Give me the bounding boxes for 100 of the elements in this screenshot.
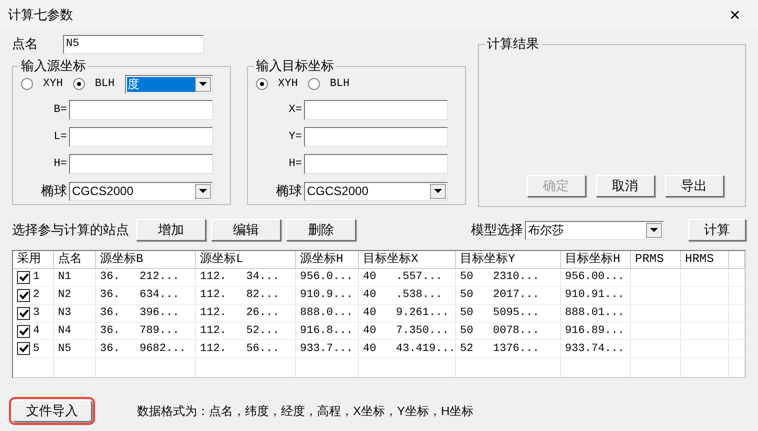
column-header[interactable]: 源坐标B (96, 251, 196, 268)
button[interactable]: 文件导入 (12, 400, 92, 422)
radio-button[interactable] (72, 78, 85, 90)
unit-select[interactable]: 度 (124, 74, 213, 94)
table-cell: 112. 82... (196, 286, 296, 304)
model-select[interactable]: 布尔莎 (525, 220, 664, 240)
column-header[interactable]: HRMS (681, 251, 729, 268)
field-label: X= (288, 102, 303, 118)
checkbox[interactable] (17, 270, 30, 284)
table-cell: N4 (54, 322, 96, 340)
column-header[interactable]: PRMS (631, 251, 681, 268)
input-field[interactable] (304, 154, 448, 174)
combo-value: CGCS2000 (306, 184, 370, 198)
radio-label: XYH (43, 76, 63, 92)
field-label: H= (288, 156, 303, 172)
button[interactable]: 导出 (664, 175, 724, 197)
column-header[interactable]: 目标坐标H (561, 251, 631, 268)
radio-button[interactable] (21, 78, 33, 90)
table-cell: 933.74... (561, 340, 631, 358)
group-title: 计算结果 (485, 36, 541, 52)
button[interactable]: 删除 (286, 219, 356, 241)
field-label: L= (52, 130, 68, 145)
radio-label: BLH (94, 76, 115, 92)
column-header[interactable]: 源坐标H (296, 251, 359, 268)
table-cell: 40 7.350... (359, 322, 456, 340)
table-cell: 40 .557... (359, 269, 456, 286)
checkbox[interactable] (17, 306, 30, 320)
group-title: 输入目标坐标 (254, 58, 336, 74)
column-header[interactable]: 目标坐标Y (456, 251, 561, 268)
table-cell-text: 1 (33, 270, 40, 286)
button[interactable]: 取消 (596, 175, 654, 197)
column-header[interactable]: 采用 (13, 251, 54, 268)
radio-option[interactable]: BLH (72, 76, 115, 92)
table-cell: 52 1376... (456, 340, 561, 358)
column-header[interactable]: 点名 (54, 251, 96, 268)
combo-value: 布尔莎 (527, 222, 565, 238)
table-cell: N5 (54, 340, 96, 358)
table-cell: 956.00... (561, 269, 631, 286)
table-cell: 36. 634... (96, 286, 196, 304)
field-label: 点名 (12, 35, 39, 54)
column-header[interactable]: 源坐标L (196, 251, 296, 268)
table-cell: 36. 396... (96, 304, 196, 322)
field-label: 椭球 (40, 182, 68, 200)
input-field[interactable] (69, 154, 213, 174)
table-cell-text: 4 (33, 324, 40, 339)
radio-option[interactable]: BLH (308, 76, 350, 92)
checkbox[interactable] (17, 288, 30, 302)
table-cell: 956.0... (296, 269, 359, 286)
table-cell: 916.8... (296, 322, 359, 340)
field-label: 模型选择 (471, 221, 523, 240)
section-label: 选择参与计算的站点 (12, 221, 130, 240)
column-header[interactable]: 目标坐标X (359, 251, 456, 268)
checkbox[interactable] (17, 342, 30, 356)
table-cell: N3 (54, 304, 96, 322)
button[interactable]: 计算 (688, 219, 746, 241)
input-field[interactable] (69, 100, 213, 120)
radio-option[interactable]: XYH (21, 76, 63, 92)
input-field[interactable]: N5 (63, 34, 204, 54)
field-label: B= (52, 102, 68, 118)
input-field[interactable] (304, 127, 448, 147)
combo-value: 度 (126, 76, 195, 92)
radio-label: BLH (330, 76, 350, 92)
group-title: 输入源坐标 (19, 58, 88, 74)
input-field[interactable] (69, 127, 213, 147)
ellipsoid-select[interactable]: CGCS2000 (304, 182, 448, 200)
button[interactable]: 编辑 (211, 219, 281, 241)
table-cell: 40 .538... (359, 286, 456, 304)
combo-value: CGCS2000 (71, 184, 134, 198)
table-cell: 50 5095... (456, 304, 561, 322)
table-cell: N1 (54, 269, 96, 286)
table-cell: 933.7... (296, 340, 359, 358)
checkbox[interactable] (17, 324, 30, 338)
table-cell: 50 2017... (456, 286, 561, 304)
close-button[interactable]: ✕ (720, 3, 750, 27)
table-cell-text: 2 (33, 288, 40, 304)
table-cell: 40 9.261... (359, 304, 456, 322)
table-cell: 40 43.419... (359, 340, 456, 358)
table-cell: 112. 34... (196, 269, 296, 286)
table-cell: 36. 212... (96, 269, 196, 286)
table-cell: 888.01... (561, 304, 631, 322)
radio-label: XYH (278, 76, 298, 92)
table-cell: 50 2310... (456, 269, 561, 286)
window-title: 计算七参数 (8, 6, 73, 24)
button[interactable]: 增加 (136, 219, 206, 241)
field-label: Y= (288, 130, 303, 145)
table-cell: 36. 9682... (96, 340, 196, 358)
format-note: 数据格式为：点名，纬度，经度，高程，X坐标，Y坐标，H坐标 (137, 403, 474, 420)
table-cell: 910.91... (561, 286, 631, 304)
table-cell: N2 (54, 286, 96, 304)
input-field[interactable] (304, 100, 448, 120)
table-cell: 112. 56... (196, 340, 296, 358)
field-label: 椭球 (275, 182, 303, 200)
table-cell: 36. 789... (96, 322, 196, 340)
table-cell-text: 3 (33, 306, 40, 321)
radio-button[interactable] (256, 78, 268, 90)
table-cell: 112. 52... (196, 322, 296, 340)
ellipsoid-select[interactable]: CGCS2000 (69, 182, 213, 200)
radio-option[interactable]: XYH (256, 76, 298, 92)
table-cell: 910.9... (296, 286, 359, 304)
radio-button[interactable] (308, 78, 320, 90)
